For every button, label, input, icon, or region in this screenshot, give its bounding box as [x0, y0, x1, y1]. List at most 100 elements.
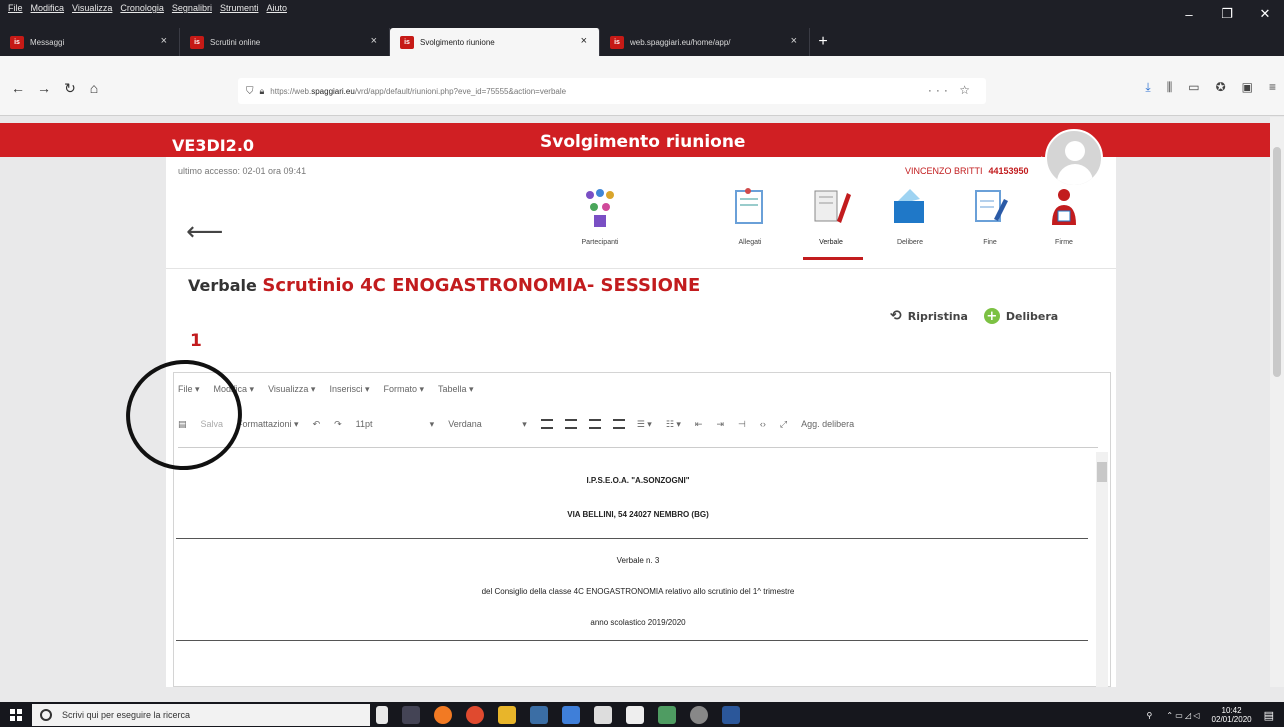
- add-delibera-button[interactable]: Agg. delibera: [801, 419, 854, 429]
- acrobat-icon[interactable]: [562, 706, 580, 724]
- page-break-icon[interactable]: ⊣: [738, 419, 746, 430]
- firefox-icon[interactable]: [434, 706, 452, 724]
- editor-menu-visualizza[interactable]: Visualizza ▾: [268, 384, 315, 395]
- task-view-icon[interactable]: [402, 706, 420, 724]
- font-size-chevron-icon[interactable]: ▾: [430, 419, 435, 430]
- nav-partecipanti[interactable]: Partecipanti: [570, 185, 630, 246]
- indent-icon[interactable]: ⇥: [716, 419, 724, 430]
- minimize-icon[interactable]: –: [1170, 0, 1208, 28]
- sidebar-icon[interactable]: ▭: [1188, 80, 1199, 95]
- verbale-actions: ⟲ Ripristina + Delibera: [890, 308, 1058, 324]
- notification-icon[interactable]: ▤: [1264, 709, 1274, 722]
- tray-chevron-icon[interactable]: ⌃ ▭ ◿ ◁: [1166, 711, 1199, 720]
- settings-icon[interactable]: [690, 706, 708, 724]
- tab-messaggi[interactable]: is Messaggi ×: [0, 28, 180, 56]
- avatar[interactable]: [1045, 129, 1103, 187]
- close-window-icon[interactable]: ✕: [1246, 0, 1284, 28]
- menu-visualizza[interactable]: Visualizza: [72, 3, 112, 13]
- editor-menu-formato[interactable]: Formato ▾: [383, 384, 424, 395]
- reload-icon[interactable]: ↻: [60, 78, 80, 98]
- home-icon[interactable]: ⌂: [84, 78, 104, 98]
- back-icon[interactable]: ←: [8, 78, 28, 98]
- restore-button[interactable]: Ripristina: [908, 310, 968, 323]
- tab-strip: is Messaggi × is Scrutini online × is Sv…: [0, 28, 1284, 56]
- url-bar[interactable]: ⛉ 🔒︎ https://web. spaggiari.eu/vrd/app/de…: [238, 78, 986, 104]
- font-family-chevron-icon[interactable]: ▾: [522, 419, 527, 430]
- tab-close-icon[interactable]: ×: [371, 35, 377, 47]
- nav-verbale[interactable]: Verbale: [801, 185, 863, 260]
- store-icon[interactable]: [594, 706, 612, 724]
- menu-file[interactable]: File: [8, 3, 23, 13]
- page-title: Svolgimento riunione: [540, 132, 746, 152]
- align-right-icon[interactable]: [588, 419, 601, 429]
- tab-scrutini[interactable]: is Scrutini online ×: [180, 28, 390, 56]
- format-dropdown[interactable]: Formattazioni ▾: [237, 419, 299, 430]
- hamburger-menu-icon[interactable]: ≡: [1269, 80, 1276, 95]
- align-left-icon[interactable]: [540, 419, 553, 429]
- avatar-head: [1065, 141, 1085, 161]
- word-icon[interactable]: [722, 706, 740, 724]
- undo-icon[interactable]: ↶: [313, 419, 321, 430]
- menu-strumenti[interactable]: Strumenti: [220, 3, 259, 13]
- nav-delibere[interactable]: Delibere: [880, 185, 940, 246]
- tab-close-icon[interactable]: ×: [161, 35, 167, 47]
- doc-school: I.P.S.E.O.A. "A.SONZOGNI": [586, 476, 690, 485]
- scroll-thumb[interactable]: [1273, 147, 1281, 377]
- add-icon[interactable]: +: [983, 308, 1000, 324]
- page-actions[interactable]: ··· ☆: [928, 83, 974, 97]
- library-icon[interactable]: ⫼: [1167, 80, 1173, 95]
- font-family-select[interactable]: Verdana: [448, 419, 508, 429]
- redo-icon[interactable]: ↷: [334, 419, 342, 430]
- tab-label: Svolgimento riunione: [420, 37, 495, 47]
- delibera-button[interactable]: Delibera: [1006, 310, 1058, 323]
- menu-cronologia[interactable]: Cronologia: [120, 3, 164, 13]
- editor-menu-tabella[interactable]: Tabella ▾: [438, 384, 474, 395]
- extension-icon[interactable]: ✪: [1216, 80, 1226, 95]
- favicon-icon: is: [400, 35, 414, 49]
- mic-icon[interactable]: [376, 706, 388, 724]
- photos-icon[interactable]: [498, 706, 516, 724]
- people-tray-icon[interactable]: ⚲: [1146, 711, 1152, 720]
- forward-icon[interactable]: →: [34, 78, 54, 98]
- clock[interactable]: 10:42 02/01/2020: [1212, 706, 1252, 724]
- back-arrow-icon[interactable]: ⟵: [186, 216, 223, 247]
- nav-fine[interactable]: Fine: [960, 185, 1020, 246]
- app-icon[interactable]: [530, 706, 548, 724]
- tab-close-icon[interactable]: ×: [581, 35, 587, 47]
- taskbar-search[interactable]: Scrivi qui per eseguire la ricerca: [32, 704, 370, 726]
- mail-icon[interactable]: [626, 706, 644, 724]
- chrome-icon[interactable]: [466, 706, 484, 724]
- download-icon[interactable]: ⤓: [1145, 80, 1150, 95]
- fullscreen-icon[interactable]: ⤢: [780, 419, 787, 430]
- attachment-icon: [730, 185, 770, 229]
- doc-rule: [176, 640, 1088, 641]
- nav-label: Verbale: [819, 239, 843, 246]
- editor-menu-inserisci[interactable]: Inserisci ▾: [329, 384, 369, 395]
- menu-aiuto[interactable]: Aiuto: [266, 3, 287, 13]
- nav-firme[interactable]: Firme: [1034, 185, 1094, 246]
- code-icon[interactable]: ‹›: [760, 419, 766, 429]
- menu-modifica[interactable]: Modifica: [31, 3, 65, 13]
- menu-segnalibri[interactable]: Segnalibri: [172, 3, 212, 13]
- new-tab-button[interactable]: +: [810, 28, 836, 56]
- clock-time: 10:42: [1221, 706, 1242, 715]
- outdent-icon[interactable]: ⇤: [695, 419, 703, 430]
- align-center-icon[interactable]: [564, 419, 577, 429]
- align-justify-icon[interactable]: [612, 419, 625, 429]
- nav-label: Delibere: [896, 239, 924, 246]
- bullet-list-icon[interactable]: ☰ ▾: [637, 419, 652, 430]
- tab-close-icon[interactable]: ×: [791, 35, 797, 47]
- editor-scroll-thumb[interactable]: [1097, 462, 1107, 482]
- page-scrollbar[interactable]: [1270, 117, 1284, 687]
- reader-icon[interactable]: ▣: [1242, 80, 1253, 95]
- files-icon[interactable]: [658, 706, 676, 724]
- nav-allegati[interactable]: Allegati: [720, 185, 780, 246]
- restore-icon[interactable]: ❐: [1208, 0, 1246, 28]
- tab-svolgimento[interactable]: is Svolgimento riunione ×: [390, 28, 600, 56]
- tab-webspaggiari[interactable]: is web.spaggiari.eu/home/app/ ×: [600, 28, 810, 56]
- numbered-list-icon[interactable]: ☷ ▾: [666, 419, 681, 430]
- restore-icon[interactable]: ⟲: [890, 308, 902, 324]
- editor-scrollbar[interactable]: [1096, 452, 1108, 687]
- windows-start-icon[interactable]: [10, 709, 22, 721]
- font-size-select[interactable]: 11pt: [356, 419, 416, 429]
